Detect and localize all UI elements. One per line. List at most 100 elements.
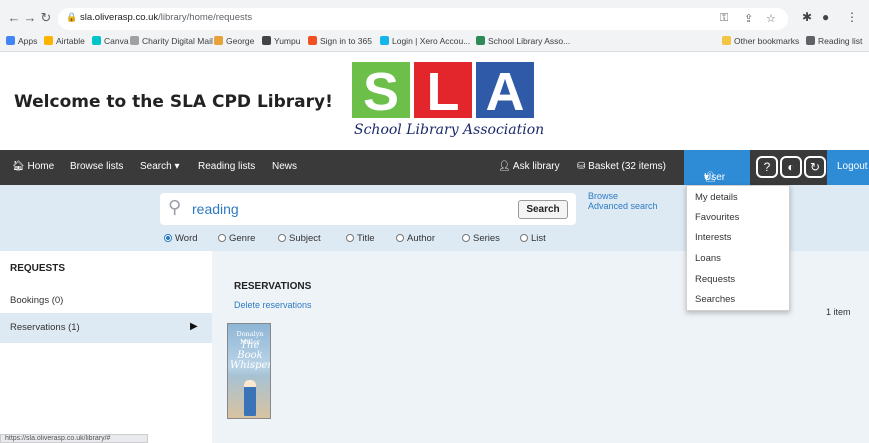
menu-item-interests[interactable]: Interests: [695, 232, 731, 243]
logo-letter-s: S: [352, 62, 410, 118]
user-dropdown-menu: My details Favourites Interests Loans Re…: [686, 185, 790, 311]
bookmark-icon: [44, 36, 53, 45]
bookmark-label: Canva: [104, 36, 129, 46]
menu-item-loans[interactable]: Loans: [695, 253, 721, 264]
bookmark-label: Yumpu: [274, 36, 301, 46]
logo-letter-l: L: [414, 62, 472, 118]
folder-icon: [722, 36, 731, 45]
radio-subject-dot: [278, 234, 286, 242]
nav-reading-lists[interactable]: Reading lists: [198, 161, 255, 172]
bookmark-icon: [6, 36, 15, 45]
nav-home[interactable]: 🏠︎ Home: [12, 161, 54, 172]
bookmark-icon: [130, 36, 139, 45]
menu-item-favourites[interactable]: Favourites: [695, 212, 739, 223]
bookmark-item[interactable]: George: [214, 36, 254, 46]
user-menu-button[interactable]: 👤︎ User ▾: [684, 150, 750, 185]
radio-subject[interactable]: Subject: [278, 233, 321, 244]
radio-series[interactable]: Series: [462, 233, 500, 244]
url-text: sla.oliverasp.co.uk/library/home/request…: [80, 12, 252, 23]
star-icon[interactable]: ☆: [766, 12, 776, 25]
bookmark-label: Airtable: [56, 36, 85, 46]
bookmark-item[interactable]: Charity Digital Mail: [130, 36, 213, 46]
reload-icon[interactable]: ↻: [38, 10, 54, 26]
svg-text:A: A: [486, 62, 525, 118]
reading-list-label: Reading list: [818, 36, 863, 46]
search-box: ⚲ reading Search: [160, 193, 576, 225]
bookmarks-bar: Apps Airtable Canva Charity Digital Mail Geo…: [0, 33, 869, 51]
back-icon[interactable]: ←: [6, 10, 22, 26]
bookmark-item[interactable]: Canva: [92, 36, 129, 46]
requests-sidebar: REQUESTS Bookings (0) Reservations (1) ▶: [0, 251, 212, 443]
bookmark-label: Login | Xero Accou...: [392, 36, 471, 46]
key-icon[interactable]: ⚿: [720, 12, 728, 25]
radio-word[interactable]: Word: [164, 233, 198, 244]
basket-icon: ⛁: [577, 161, 589, 172]
reading-list-icon: [806, 36, 815, 45]
advanced-search-link[interactable]: Advanced search: [588, 201, 658, 211]
accessibility-icon[interactable]: ◐: [780, 156, 802, 178]
search-input[interactable]: reading: [192, 201, 239, 217]
extensions-icon[interactable]: ✱: [802, 10, 812, 24]
caret-down-icon: ▾: [171, 161, 180, 172]
bookmark-item[interactable]: Login | Xero Accou...: [380, 36, 470, 46]
menu-item-requests[interactable]: Requests: [695, 274, 735, 285]
sidebar-item-bookings[interactable]: Bookings (0): [10, 295, 63, 306]
nav-browse-lists[interactable]: Browse lists: [70, 161, 123, 172]
help-icon[interactable]: ?: [756, 156, 778, 178]
reservations-heading: RESERVATIONS: [234, 281, 312, 292]
url-path: /library/home/requests: [158, 12, 253, 23]
sidebar-item-label: Reservations (1): [10, 322, 80, 333]
book-cover[interactable]: Donalyn Miller The Book Whisperer: [227, 323, 271, 419]
logo-subtitle: School Library Association: [354, 122, 545, 138]
bookmark-label: School Library Asso...: [488, 36, 571, 46]
bookmark-item[interactable]: School Library Asso...: [476, 36, 570, 46]
bookmark-label: Charity Digital Mail: [142, 36, 213, 46]
browse-link[interactable]: Browse: [588, 191, 618, 201]
bookmark-icon: [380, 36, 389, 45]
address-bar[interactable]: 🔒 sla.oliverasp.co.uk/library/home/reque…: [58, 8, 788, 30]
bookmark-icon: [262, 36, 271, 45]
cover-figure-image: [244, 380, 256, 416]
logout-button[interactable]: Logout: [827, 150, 869, 185]
radio-genre-dot: [218, 234, 226, 242]
forward-icon[interactable]: →: [22, 10, 38, 26]
share-icon[interactable]: ⇪: [744, 12, 753, 25]
search-button[interactable]: Search: [518, 200, 568, 219]
nav-search[interactable]: Search ▾: [140, 161, 180, 172]
delete-reservations-link[interactable]: Delete reservations: [234, 300, 312, 310]
main-nav: 🏠︎ Home Browse lists Search ▾ Reading li…: [0, 150, 869, 185]
caret-down-icon: ▾: [704, 172, 710, 183]
site-header: Welcome to the SLA CPD Library! S L A Sc…: [0, 52, 869, 148]
radio-list[interactable]: List: [520, 233, 546, 244]
nav-news[interactable]: News: [272, 161, 297, 172]
profile-icon[interactable]: ●: [822, 10, 829, 24]
triangle-right-icon: ▶: [190, 321, 198, 332]
bookmark-item[interactable]: Yumpu: [262, 36, 300, 46]
svg-text:L: L: [427, 62, 460, 118]
radio-title[interactable]: Title: [346, 233, 375, 244]
reading-list[interactable]: Reading list: [806, 36, 862, 46]
bookmark-item[interactable]: Airtable: [44, 36, 85, 46]
bookmark-icon: [214, 36, 223, 45]
bookmark-label: Apps: [18, 36, 38, 46]
refresh-icon[interactable]: ↻: [804, 156, 826, 178]
menu-icon[interactable]: ⋮: [846, 10, 858, 24]
search-icon: ⚲: [168, 197, 182, 217]
menu-item-my-details[interactable]: My details: [695, 192, 738, 203]
lock-icon: 🔒: [66, 12, 78, 22]
address-row: ← → ↻ 🔒 sla.oliverasp.co.uk/library/home…: [0, 6, 869, 32]
radio-genre[interactable]: Genre: [218, 233, 255, 244]
logo-letter-a: A: [476, 62, 534, 118]
menu-item-searches[interactable]: Searches: [695, 294, 735, 305]
bookmark-item[interactable]: Apps: [6, 36, 37, 46]
home-icon: 🏠︎: [12, 161, 28, 172]
nav-basket[interactable]: ⛁ Basket (32 items): [577, 161, 666, 172]
radio-author[interactable]: Author: [396, 233, 435, 244]
nav-ask-library[interactable]: 👤︎ Ask library: [498, 161, 560, 172]
other-bookmarks[interactable]: Other bookmarks: [722, 36, 799, 46]
other-bookmarks-label: Other bookmarks: [734, 36, 800, 46]
radio-title-dot: [346, 234, 354, 242]
sidebar-item-reservations[interactable]: Reservations (1) ▶: [0, 313, 212, 343]
bookmark-item[interactable]: Sign in to 365: [308, 36, 372, 46]
sla-logo[interactable]: S L A School Library Association: [346, 58, 545, 146]
